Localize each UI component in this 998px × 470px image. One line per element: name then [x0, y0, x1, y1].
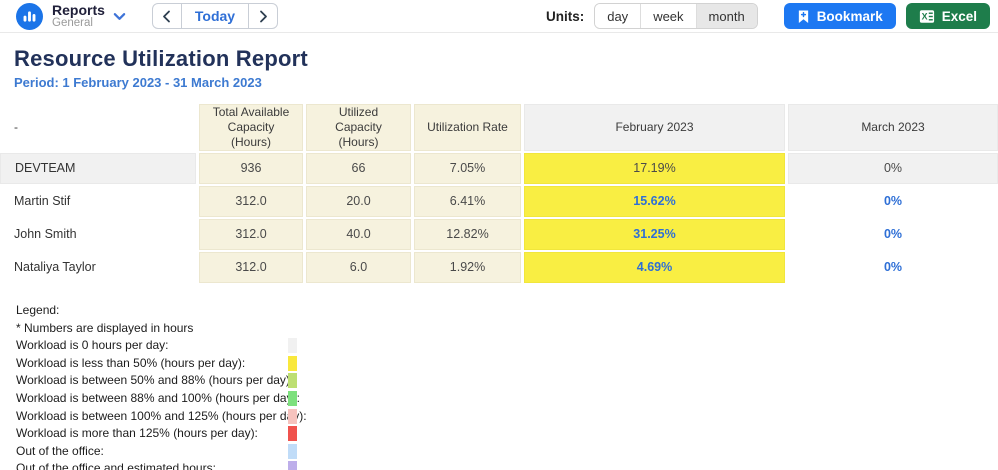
legend-item-label: Workload is between 88% and 100% (hours …	[16, 391, 300, 405]
bookmark-button[interactable]: Bookmark	[784, 3, 896, 29]
column-header-name: -	[0, 104, 196, 151]
chevron-left-icon	[162, 10, 171, 23]
legend-item-label: Out of the office and estimated hours:	[16, 461, 216, 470]
utilized-capacity-cell: 6.0	[306, 252, 411, 283]
legend-swatch-more-125	[288, 426, 297, 441]
row-name-cell: Nataliya Taylor	[0, 252, 196, 283]
units-option-week[interactable]: week	[640, 4, 695, 28]
legend-item: Workload is between 50% and 88% (hours p…	[16, 372, 416, 390]
legend-item: Workload is 0 hours per day:	[16, 337, 416, 355]
excel-button-label: Excel	[942, 9, 977, 24]
resource-utilization-app: Reports General Today	[0, 0, 998, 470]
table-header-row: - Total Available Capacity (Hours) Utili…	[0, 104, 998, 151]
utilization-rate-cell: 1.92%	[414, 252, 521, 283]
prev-period-button[interactable]	[153, 4, 181, 28]
utilization-rate-cell: 7.05%	[414, 153, 521, 184]
units-segmented-control: day week month	[594, 3, 757, 29]
row-name-cell: DEVTEAM	[0, 153, 196, 184]
next-period-button[interactable]	[249, 4, 277, 28]
column-header-march: March 2023	[788, 104, 998, 151]
column-header-february: February 2023	[524, 104, 785, 151]
legend-swatch-out-of-office-estimated	[288, 461, 297, 470]
row-name-cell: Martin Stif	[0, 186, 196, 217]
legend-item: Out of the office:	[16, 443, 416, 461]
table-row-john-smith: John Smith 312.0 40.0 12.82% 31.25% 0%	[0, 219, 998, 250]
utilization-rate-cell: 6.41%	[414, 186, 521, 217]
report-picker-dropdown[interactable]	[113, 12, 126, 21]
report-period: Period: 1 February 2023 - 31 March 2023	[14, 75, 998, 90]
legend-item-label: Workload is 0 hours per day:	[16, 338, 169, 352]
legend-item: Workload is between 88% and 100% (hours …	[16, 390, 416, 408]
svg-text:X: X	[921, 11, 927, 21]
legend-swatch-88-100	[288, 391, 297, 406]
app-logo	[16, 3, 43, 30]
total-capacity-cell: 936	[199, 153, 303, 184]
legend-item-label: Workload is between 50% and 88% (hours p…	[16, 373, 293, 387]
total-capacity-cell: 312.0	[199, 219, 303, 250]
units-label: Units:	[546, 9, 584, 24]
units-option-month[interactable]: month	[696, 4, 757, 28]
legend-item-label: Workload is between 100% and 125% (hours…	[16, 409, 307, 423]
utilization-table: - Total Available Capacity (Hours) Utili…	[0, 104, 998, 283]
date-nav-group: Today	[152, 3, 278, 29]
legend-item: Workload is between 100% and 125% (hours…	[16, 408, 416, 426]
legend-swatch-50-88	[288, 373, 297, 388]
legend-swatch-less-50	[288, 356, 297, 371]
february-value-cell: 17.19%	[524, 153, 785, 184]
units-option-day[interactable]: day	[595, 4, 640, 28]
legend-swatch-0-hours	[288, 338, 297, 353]
legend-title: Legend:	[16, 302, 416, 320]
app-title: Reports	[52, 3, 105, 18]
app-title-block: Reports General	[52, 3, 105, 30]
utilized-capacity-cell: 20.0	[306, 186, 411, 217]
legend-item: Workload is more than 125% (hours per da…	[16, 425, 416, 443]
column-header-utilized-capacity: Utilized Capacity (Hours)	[306, 104, 411, 151]
legend-item-label: Workload is more than 125% (hours per da…	[16, 426, 258, 440]
february-value-link[interactable]: 15.62%	[524, 186, 785, 217]
chevron-right-icon	[259, 10, 268, 23]
total-capacity-cell: 312.0	[199, 252, 303, 283]
legend-note: * Numbers are displayed in hours	[16, 320, 416, 338]
excel-export-button[interactable]: X Excel	[906, 3, 990, 29]
row-name-cell: John Smith	[0, 219, 196, 250]
chevron-down-icon	[113, 12, 126, 21]
march-value-link[interactable]: 0%	[788, 186, 998, 217]
march-value-link[interactable]: 0%	[788, 252, 998, 283]
march-value-link[interactable]: 0%	[788, 219, 998, 250]
legend-swatch-100-125	[288, 409, 297, 424]
bookmark-icon	[797, 9, 810, 24]
column-header-total-capacity: Total Available Capacity (Hours)	[199, 104, 303, 151]
top-bar: Reports General Today	[0, 0, 998, 33]
legend-item-label: Workload is less than 50% (hours per day…	[16, 356, 245, 370]
legend: Legend: * Numbers are displayed in hours…	[0, 285, 998, 470]
legend-item: Out of the office and estimated hours:	[16, 460, 416, 470]
app-subtitle: General	[52, 17, 105, 29]
total-capacity-cell: 312.0	[199, 186, 303, 217]
bookmark-button-label: Bookmark	[817, 9, 883, 24]
page-title: Resource Utilization Report	[14, 46, 998, 72]
table-row-nataliya-taylor: Nataliya Taylor 312.0 6.0 1.92% 4.69% 0%	[0, 252, 998, 283]
excel-icon: X	[919, 9, 935, 24]
utilization-rate-cell: 12.82%	[414, 219, 521, 250]
column-header-utilization-rate: Utilization Rate	[414, 104, 521, 151]
utilized-capacity-cell: 66	[306, 153, 411, 184]
today-button[interactable]: Today	[181, 4, 249, 28]
february-value-link[interactable]: 31.25%	[524, 219, 785, 250]
utilized-capacity-cell: 40.0	[306, 219, 411, 250]
legend-swatch-out-of-office	[288, 444, 297, 459]
february-value-link[interactable]: 4.69%	[524, 252, 785, 283]
bar-chart-icon	[21, 8, 38, 25]
table-row-devteam: DEVTEAM 936 66 7.05% 17.19% 0%	[0, 153, 998, 184]
legend-item-label: Out of the office:	[16, 444, 104, 458]
table-row-martin-stif: Martin Stif 312.0 20.0 6.41% 15.62% 0%	[0, 186, 998, 217]
legend-item: Workload is less than 50% (hours per day…	[16, 355, 416, 373]
march-value-cell: 0%	[788, 153, 998, 184]
